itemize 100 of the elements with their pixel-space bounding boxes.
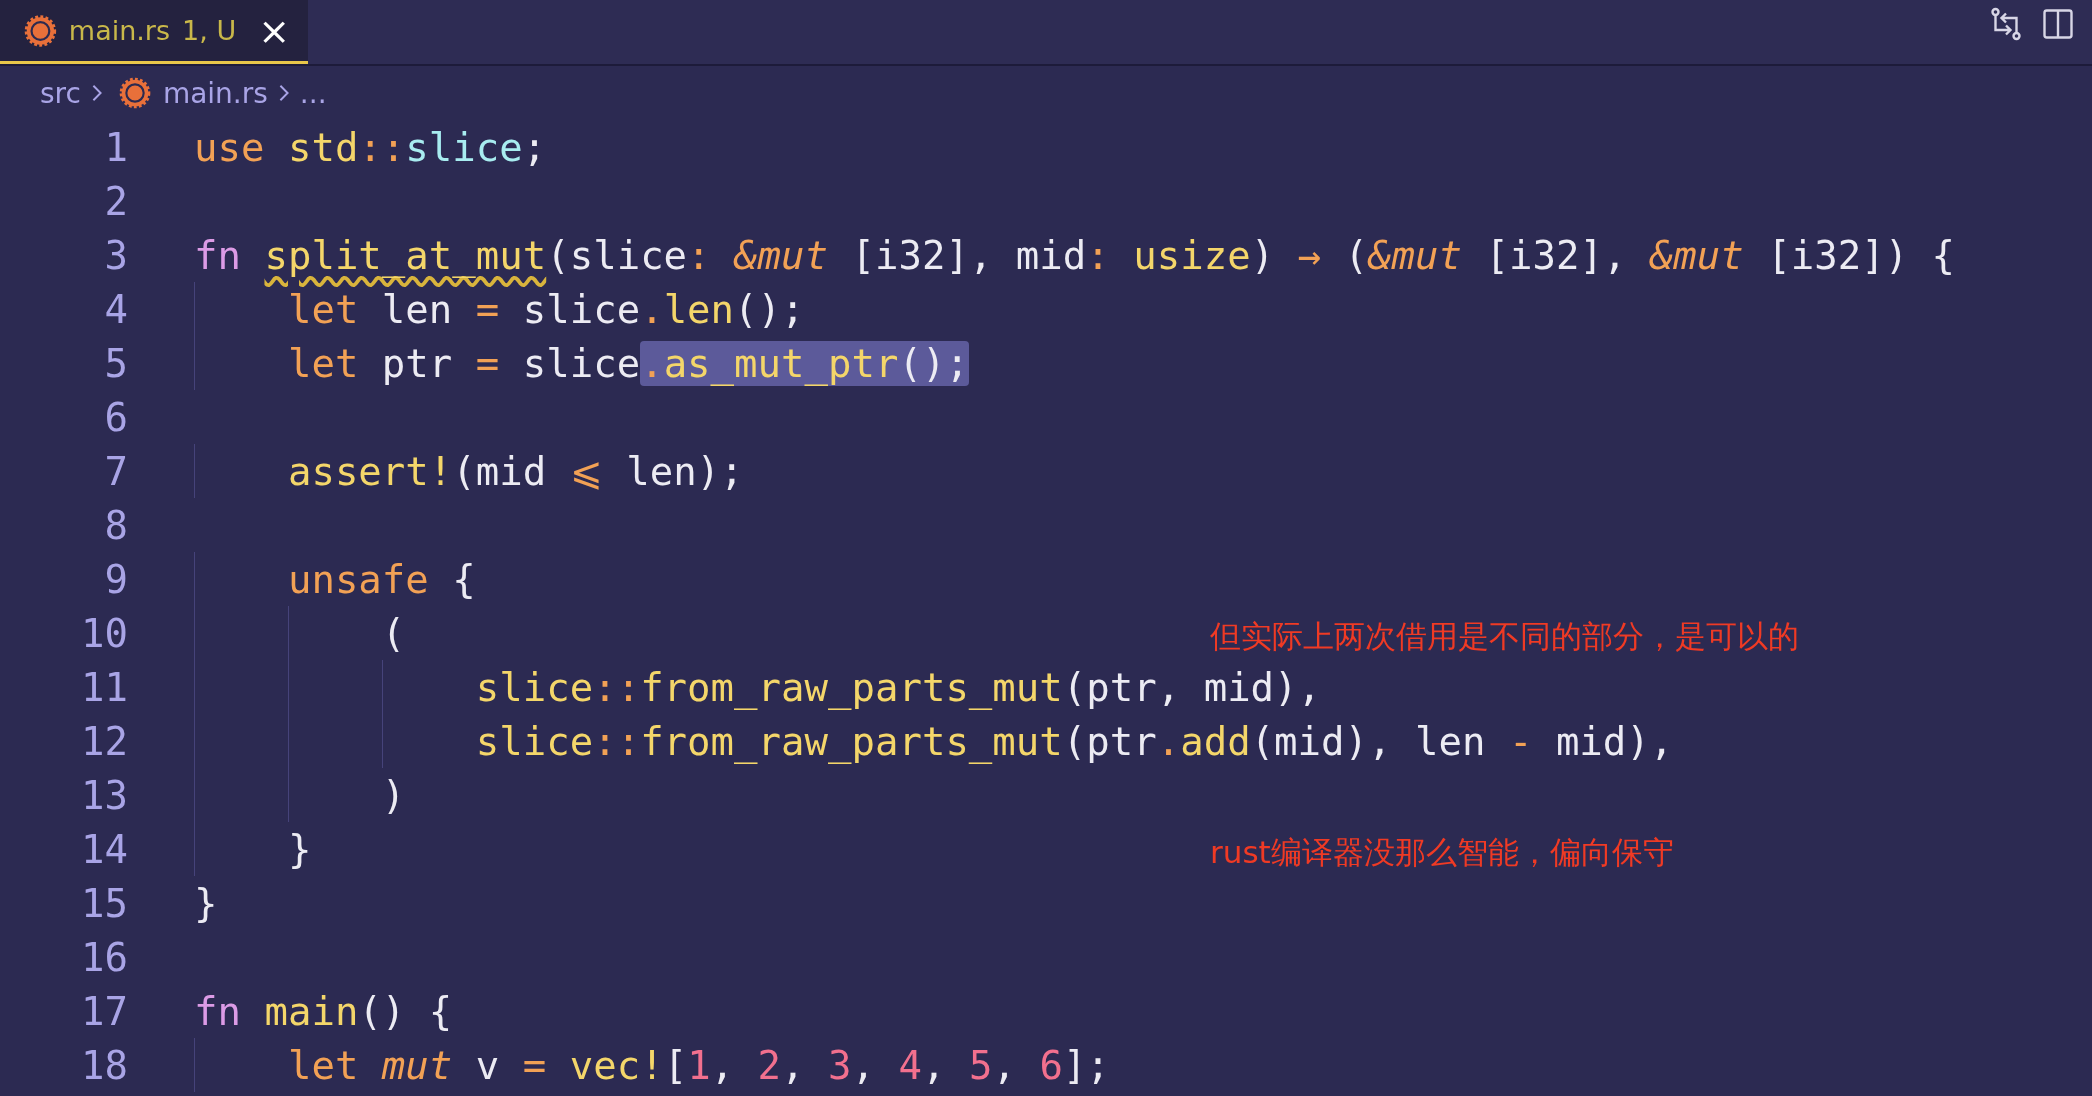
modifier-token: &mut xyxy=(1649,232,1744,278)
keyword-token: fn xyxy=(194,988,242,1034)
line-number: 18 xyxy=(80,1042,128,1088)
code-token: (ptr xyxy=(1062,718,1157,764)
operator-token: = xyxy=(475,286,500,332)
gear-icon xyxy=(24,13,57,48)
code-token: len xyxy=(380,286,454,332)
module-token: slice xyxy=(405,124,523,170)
split-editor-icon[interactable] xyxy=(2040,6,2076,42)
function-token: slice xyxy=(475,718,594,764)
code-token: [ xyxy=(663,1042,688,1088)
code-token: ; xyxy=(522,124,547,170)
tab-filename: main.rs xyxy=(68,15,171,46)
line-number: 8 xyxy=(103,502,128,548)
keyword-token: let xyxy=(287,1042,360,1088)
line-number: 16 xyxy=(80,934,128,980)
line-number: 4 xyxy=(103,286,128,332)
number-token: 1 xyxy=(687,1042,711,1088)
breadcrumb-symbol[interactable]: ... xyxy=(299,76,327,110)
breadcrumb-folder[interactable]: src xyxy=(40,76,81,110)
operator-token: :: xyxy=(593,718,641,764)
code-token: , xyxy=(992,1042,1017,1088)
operator-token: : xyxy=(687,232,712,278)
annotation-text: 但实际上两次借用是不同的部分，是可以的 xyxy=(1210,617,1799,656)
gear-icon xyxy=(118,77,151,109)
code-token: } xyxy=(287,826,312,872)
code-token: slice xyxy=(521,340,641,386)
line-number: 10 xyxy=(80,610,128,656)
number-token: 4 xyxy=(898,1042,922,1088)
close-button[interactable]: × xyxy=(258,11,290,50)
operator-token: : xyxy=(1086,232,1111,278)
code-token: ) xyxy=(1250,232,1276,278)
line-number: 14 xyxy=(80,826,128,872)
function-token: std xyxy=(287,124,359,170)
line-number: 15 xyxy=(80,880,128,926)
keyword-token: fn xyxy=(194,232,242,278)
code-token: ) xyxy=(381,772,406,818)
line-number: 3 xyxy=(103,232,128,278)
operator-token: = xyxy=(475,340,500,386)
code-token: mid), xyxy=(1554,718,1674,764)
function-token: assert! xyxy=(287,448,453,494)
operator-token: :: xyxy=(358,124,406,170)
function-token: slice xyxy=(475,664,594,710)
code-token: , xyxy=(781,1042,806,1088)
function-token: main xyxy=(264,988,359,1034)
compare-icon[interactable] xyxy=(1988,6,2024,42)
line-number: 1 xyxy=(103,124,128,170)
line-number: 17 xyxy=(80,988,128,1034)
number-token: 6 xyxy=(1039,1042,1063,1088)
function-token: from_raw_parts_mut xyxy=(640,718,1063,764)
keyword-token: unsafe xyxy=(287,556,429,602)
problem-status: 1, U xyxy=(182,15,237,46)
code-token: ]; xyxy=(1062,1042,1110,1088)
number-token: 2 xyxy=(757,1042,782,1088)
modifier-token: &mut xyxy=(734,232,828,278)
text-selection: .as_mut_ptr(); xyxy=(640,340,969,386)
code-token: ptr xyxy=(380,340,454,386)
modifier-token: mut xyxy=(381,1042,453,1088)
operator-token: :: xyxy=(593,664,641,710)
code-token: , xyxy=(851,1042,876,1088)
chevron-icon xyxy=(277,83,290,103)
code-token: , xyxy=(921,1042,947,1088)
code-token: (mid xyxy=(452,448,548,494)
code-token: (); xyxy=(734,286,805,332)
function-token: split_at_mut xyxy=(264,232,547,278)
line-number: 2 xyxy=(103,178,128,224)
line-number: 5 xyxy=(103,340,128,386)
operator-token: - xyxy=(1508,718,1533,764)
code-token: [i32], mid xyxy=(850,232,1087,278)
operator-token: = xyxy=(522,1042,548,1088)
keyword-token: use xyxy=(194,124,266,170)
code-token: { xyxy=(451,556,476,602)
code-token: len); xyxy=(625,448,744,494)
keyword-token: let xyxy=(287,340,359,386)
annotation-text: rust编译器没那么智能，偏向保守 xyxy=(1210,833,1674,872)
code-token: ( xyxy=(381,610,406,656)
operator-token: . xyxy=(640,286,664,332)
operator-token: . xyxy=(1156,718,1181,764)
line-number: 9 xyxy=(103,556,128,602)
line-number: 11 xyxy=(80,664,128,710)
code-token: } xyxy=(194,880,218,926)
operator-token: → xyxy=(1297,232,1322,278)
breadcrumb-file[interactable]: main.rs xyxy=(162,76,268,110)
file-tab[interactable]: main.rs 1, U × xyxy=(0,0,308,64)
operator-token: ⩽ xyxy=(569,448,603,494)
line-number: 13 xyxy=(80,772,128,818)
code-token: [i32]) { xyxy=(1766,232,1956,278)
line-number: 6 xyxy=(103,394,128,440)
code-token: v xyxy=(474,1042,501,1088)
code-token: () { xyxy=(358,988,453,1034)
function-token: from_raw_parts_mut xyxy=(640,664,1063,710)
number-token: 5 xyxy=(968,1042,993,1088)
line-number: 12 xyxy=(80,718,128,764)
code-token: , xyxy=(710,1042,736,1088)
code-token: slice xyxy=(521,286,641,332)
chevron-icon xyxy=(90,83,103,103)
keyword-token: let xyxy=(287,286,359,332)
function-token: len xyxy=(663,286,735,332)
code-token: [i32], xyxy=(1484,232,1628,278)
function-token: usize xyxy=(1133,232,1251,278)
